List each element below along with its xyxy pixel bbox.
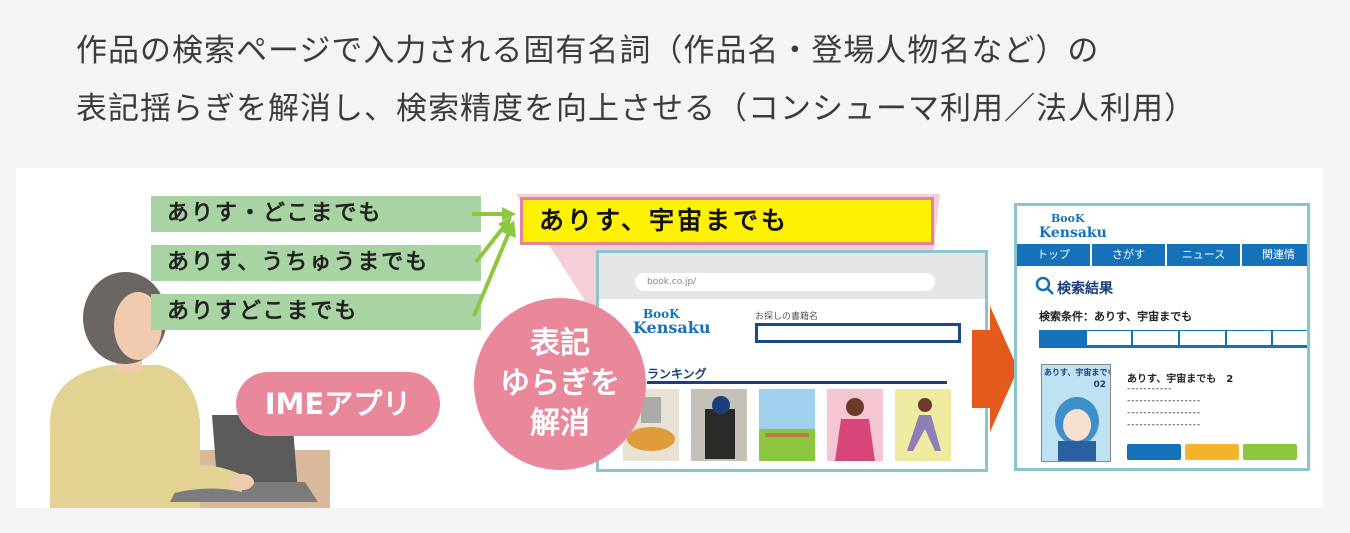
- ranking-underline: [647, 381, 947, 384]
- placeholder-line-4: - - - - - - - - - - - - - - - - - -: [1127, 420, 1200, 430]
- thumb-singer: [827, 389, 883, 461]
- result-action-button-2: [1185, 444, 1239, 460]
- nav-top: トップ: [1017, 244, 1092, 266]
- corrected-term: ありす、宇宙までも: [520, 197, 934, 245]
- thumb-yoga: [895, 389, 951, 461]
- resolve-line-3: 解消: [530, 406, 590, 441]
- book-search-label: お探しの書籍名: [755, 312, 819, 322]
- placeholder-line-2: - - - - - - - - - - - - - - - - - -: [1127, 396, 1200, 406]
- results-nav: トップ さがす ニュース 関連情: [1017, 244, 1307, 266]
- ime-app-badge: IMEアプリ: [236, 372, 440, 436]
- search-page-mock: book.co.jp/ BooK Kensaku お探しの書籍名 ランキング: [596, 250, 988, 472]
- results-title: 検索結果: [1057, 281, 1113, 297]
- search-condition: 検索条件：ありす、宇宙までも: [1039, 310, 1193, 323]
- nav-news: ニュース: [1167, 244, 1242, 266]
- results-tabs: [1039, 330, 1307, 348]
- result-action-button-3: [1243, 444, 1297, 460]
- resolve-line-1: 表記: [530, 326, 590, 361]
- book-cover: ありす、宇宙までも 02: [1041, 364, 1111, 462]
- book-search-input: [755, 323, 961, 343]
- person-hand: [230, 474, 254, 490]
- book-result-title: ありす、宇宙までも 2: [1127, 374, 1234, 385]
- search-icon: [1035, 276, 1054, 295]
- result-arrow: [972, 306, 1018, 432]
- heading-line-1: 作品の検索ページで入力される固有名詞（作品名・登場人物名など）の: [76, 33, 1100, 69]
- results-logo-top: BooK: [1051, 212, 1085, 225]
- browser-chrome: book.co.jp/: [599, 253, 985, 299]
- results-tab-2: [1085, 330, 1133, 346]
- variant-2: ありす、うちゅうまでも: [151, 245, 481, 281]
- cover-title: ありす、宇宙までも: [1044, 368, 1111, 377]
- result-action-button-1: [1127, 444, 1181, 460]
- results-logo: BooK Kensaku: [1039, 212, 1107, 240]
- placeholder-line-3: - - - - - - - - - - - - - - - - - -: [1127, 408, 1200, 418]
- results-tab-3: [1132, 330, 1180, 346]
- heading: 作品の検索ページで入力される固有名詞（作品名・登場人物名など）の 表記揺らぎを解…: [76, 22, 1196, 138]
- results-tab-4: [1179, 330, 1226, 346]
- thumb-landscape: [759, 389, 815, 461]
- nav-related: 関連情: [1242, 244, 1307, 266]
- variant-3: ありすどこまでも: [151, 294, 481, 330]
- search-results-mock: BooK Kensaku トップ さがす ニュース 関連情 検索結果 検索条件：…: [1014, 203, 1310, 471]
- placeholder-line-1: - - - - - - - - - - -: [1127, 384, 1171, 394]
- arrow-2: [474, 222, 508, 264]
- variant-1: ありす・どこまでも: [151, 196, 481, 232]
- address-bar: book.co.jp/: [635, 273, 935, 291]
- thumb-baseball: [691, 389, 747, 461]
- nav-search: さがす: [1092, 244, 1167, 266]
- cover-character: [1055, 397, 1099, 461]
- resolve-line-2: ゆらぎを: [500, 366, 620, 401]
- resolve-badge: 表記 ゆらぎを 解消: [474, 298, 646, 470]
- ranking-label: ランキング: [647, 367, 707, 381]
- heading-line-2: 表記揺らぎを解消し、検索精度を向上させる（コンシューマ利用／法人利用）: [76, 91, 1196, 127]
- results-tab-6: [1272, 330, 1307, 346]
- results-tab-5: [1225, 330, 1273, 346]
- results-tab-1: [1039, 330, 1086, 346]
- results-logo-bottom: Kensaku: [1039, 225, 1107, 241]
- cover-number: 02: [1093, 380, 1106, 390]
